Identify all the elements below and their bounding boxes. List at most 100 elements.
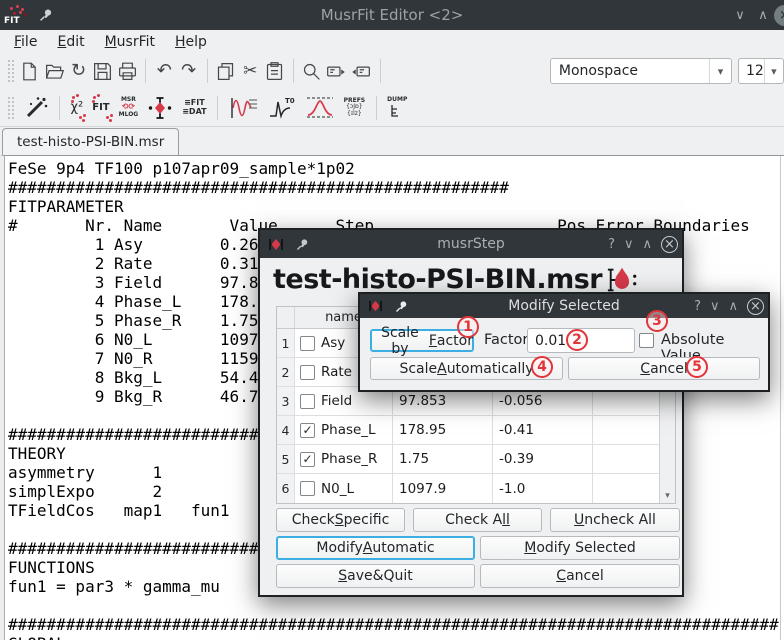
new-file-icon[interactable]: [19, 58, 40, 84]
main-toolbar: ↻ ↶ ↷ ✂ Monospace ▾ 12 ▾: [0, 53, 784, 89]
maximize-button[interactable]: ∧: [642, 237, 652, 252]
editor-line: ########################################…: [8, 178, 784, 197]
maximize-button[interactable]: ∧: [751, 0, 775, 30]
parameter-value: 178.95: [393, 416, 493, 444]
close-icon[interactable]: ×: [661, 236, 678, 253]
save-quit-button[interactable]: Save&Quit: [276, 564, 475, 588]
table-row[interactable]: 4 Phase_L 178.95 -0.41: [277, 416, 675, 445]
musrdump-icon[interactable]: DUMP: [384, 91, 410, 125]
parameter-name: N0_L: [321, 481, 354, 497]
minimize-button[interactable]: ∨: [710, 299, 720, 314]
parameter-checkbox[interactable]: [300, 481, 315, 496]
chevron-down-icon[interactable]: ▾: [764, 59, 783, 83]
musrfit-run-icon[interactable]: FIT: [89, 91, 112, 125]
parameter-name: Phase_L: [321, 422, 376, 438]
window-title: MusrFit Editor <2>: [0, 6, 784, 24]
editor-line: FeSe 9p4 TF100 p107apr09_sample*1p02: [8, 159, 784, 178]
musrview-icon[interactable]: [226, 91, 262, 125]
redo-icon[interactable]: ↷: [178, 58, 199, 84]
cancel-button[interactable]: Cancel: [568, 357, 760, 380]
font-size-value: 12: [739, 63, 764, 79]
toolbar-separator: [145, 59, 146, 83]
absolute-value-checkbox[interactable]: [639, 333, 654, 348]
annotation-4: 4: [531, 356, 553, 378]
modify-automatic-button[interactable]: Modify Automatic: [276, 536, 475, 560]
modify-selected-button[interactable]: Modify Selected: [480, 536, 680, 560]
check-all-button[interactable]: Check All: [413, 508, 542, 532]
factor-label: Factor: [484, 332, 528, 348]
save-icon[interactable]: [92, 58, 113, 84]
help-button[interactable]: ?: [694, 299, 701, 314]
parameter-checkbox[interactable]: [300, 423, 315, 438]
musrt0-icon[interactable]: T0: [265, 91, 299, 125]
musrft-icon[interactable]: [302, 91, 338, 125]
paste-icon[interactable]: [264, 58, 285, 84]
svg-text:T0: T0: [285, 97, 295, 105]
annotation-5: 5: [686, 356, 708, 378]
toolbar-separator: [59, 96, 60, 120]
table-row[interactable]: 6 N0_L 1097.9 -1.0: [277, 474, 675, 503]
scroll-down-icon[interactable]: ▾: [660, 491, 675, 501]
toolbar-handle[interactable]: [7, 59, 15, 83]
menu-edit[interactable]: Edit: [47, 32, 94, 52]
parameter-step: -0.41: [493, 416, 593, 444]
undo-icon[interactable]: ↶: [154, 58, 175, 84]
parameter-checkbox[interactable]: [300, 452, 315, 467]
musrwiz-wand-icon[interactable]: [20, 91, 52, 125]
annotation-2: 2: [566, 329, 588, 351]
cancel-button[interactable]: Cancel: [480, 564, 680, 588]
menu-file[interactable]: File: [4, 32, 47, 52]
editor-line: GLOBAL: [8, 634, 784, 640]
print-icon[interactable]: [116, 58, 137, 84]
font-family-select[interactable]: Monospace ▾: [550, 58, 732, 84]
musrstep-icon[interactable]: [144, 91, 176, 125]
toolbar-separator: [293, 59, 294, 83]
minimize-button[interactable]: ∨: [728, 0, 752, 30]
maximize-button[interactable]: ∧: [728, 299, 738, 314]
editor-line: FITPARAMETER: [8, 197, 784, 216]
parameter-checkbox[interactable]: [300, 365, 315, 380]
close-icon[interactable]: ×: [747, 298, 764, 315]
editor-line: [8, 596, 784, 615]
toolbar-separator: [380, 59, 381, 83]
msr2data-icon[interactable]: ≡FIT ≡DAT: [179, 91, 209, 125]
minimize-button[interactable]: ∨: [624, 237, 634, 252]
open-file-icon[interactable]: [44, 58, 65, 84]
find-previous-icon[interactable]: [350, 58, 372, 84]
chevron-down-icon[interactable]: ▾: [709, 59, 731, 83]
help-button[interactable]: ?: [608, 237, 615, 252]
font-size-select[interactable]: 12 ▾: [738, 58, 784, 84]
musrstep-dialog: musrStep ? ∨ ∧ × test-histo-PSI-BIN.msr …: [258, 228, 684, 597]
annotation-1: 1: [457, 316, 479, 338]
parameter-step: -0.39: [493, 445, 593, 473]
find-icon[interactable]: [301, 58, 322, 84]
table-row[interactable]: 5 Phase_R 1.75 -0.39: [277, 445, 675, 474]
swap-msr-mlog-icon[interactable]: MSR ⟲⟳ MLOG: [116, 91, 142, 125]
uncheck-all-button[interactable]: Uncheck All: [550, 508, 680, 532]
reload-icon[interactable]: ↻: [68, 58, 89, 84]
font-family-value: Monospace: [551, 63, 709, 79]
parameter-name: Phase_R: [321, 451, 377, 467]
editor-tabbar: test-histo-PSI-BIN.msr: [0, 127, 784, 155]
check-specific-button[interactable]: Check Specific: [276, 508, 405, 532]
musrfit-toolbar: χ² FIT MSR ⟲⟳ MLOG ≡FIT ≡DAT T0: [0, 89, 784, 127]
parameter-name: Field: [321, 393, 352, 409]
editor-scrollbar[interactable]: [780, 156, 781, 640]
parameter-checkbox[interactable]: [300, 394, 315, 409]
calc-chisq-icon[interactable]: χ²: [68, 91, 87, 125]
menu-help[interactable]: Help: [165, 32, 217, 52]
cut-icon[interactable]: ✂: [240, 58, 261, 84]
find-next-icon[interactable]: [325, 58, 347, 84]
tab-msr-file[interactable]: test-histo-PSI-BIN.msr: [2, 128, 179, 155]
menubar: File Edit MusrFit Help: [0, 30, 784, 53]
copy-icon[interactable]: [215, 58, 236, 84]
parameter-checkbox[interactable]: [300, 336, 315, 351]
toolbar-separator: [376, 96, 377, 120]
musrstep-drop-icon: [606, 265, 638, 295]
modify-selected-dialog: Modify Selected ? ∨ ∧ × Scale by Factor …: [358, 292, 770, 392]
annotation-3: 3: [646, 310, 668, 332]
menu-musrfit[interactable]: MusrFit: [95, 32, 165, 52]
musrprefs-icon[interactable]: PREFS {ɔJɒ} {ɪlz}: [341, 91, 369, 125]
parameter-value: 1097.9: [393, 474, 493, 503]
toolbar-handle[interactable]: [7, 96, 15, 120]
